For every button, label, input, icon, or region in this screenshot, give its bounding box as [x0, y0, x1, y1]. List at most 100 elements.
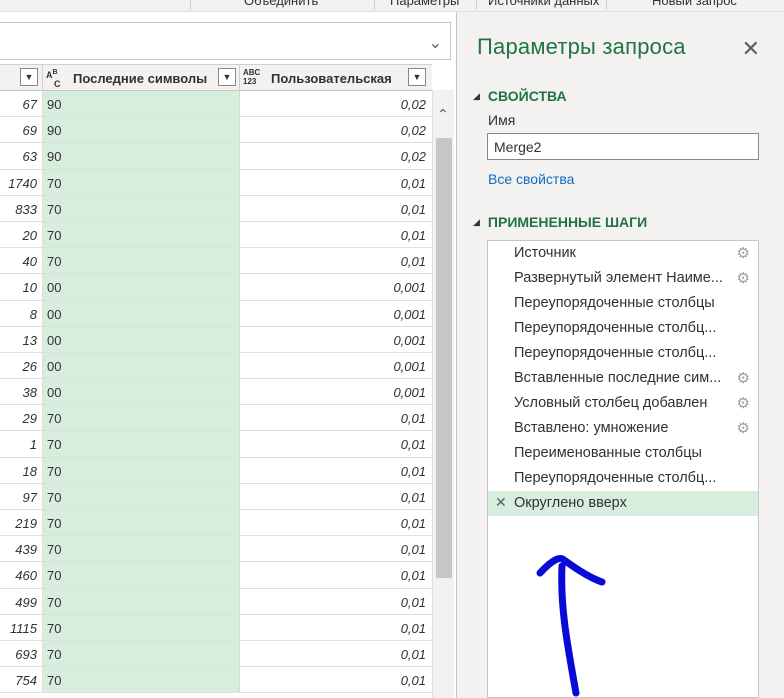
cell-index[interactable]: 754: [0, 667, 43, 693]
formula-bar[interactable]: ⌄: [0, 22, 451, 60]
cell-custom[interactable]: 0,01: [240, 589, 432, 614]
table-row[interactable]: 1 70 0,01: [0, 431, 432, 458]
cell-last-symbols[interactable]: 70: [43, 405, 240, 431]
cell-index[interactable]: 1115: [0, 614, 43, 640]
cell-custom[interactable]: 0,01: [240, 405, 432, 430]
cell-index[interactable]: 38: [0, 379, 43, 405]
table-row[interactable]: 499 70 0,01: [0, 588, 432, 615]
cell-last-symbols[interactable]: 00: [43, 274, 240, 300]
cell-index[interactable]: 20: [0, 221, 43, 248]
cell-custom[interactable]: 0,01: [240, 196, 432, 221]
cell-index[interactable]: 18: [0, 457, 43, 483]
gear-icon[interactable]: ⚙: [737, 244, 750, 262]
cell-index[interactable]: 693: [0, 640, 43, 667]
applied-step[interactable]: Развернутый элемент Наиме... ⚙: [488, 266, 758, 291]
gear-icon[interactable]: ⚙: [737, 419, 750, 437]
delete-step-icon[interactable]: ✕: [495, 494, 507, 511]
applied-step[interactable]: ✕ Округлено вверх: [488, 491, 758, 516]
cell-custom[interactable]: 0,01: [240, 484, 432, 509]
applied-step[interactable]: Условный столбец добавлен ⚙: [488, 391, 758, 416]
column-filter-dropdown[interactable]: ▼: [20, 68, 38, 86]
cell-last-symbols[interactable]: 90: [43, 117, 240, 143]
table-row[interactable]: 833 70 0,01: [0, 195, 432, 222]
cell-last-symbols[interactable]: 00: [43, 300, 240, 326]
cell-last-symbols[interactable]: 70: [43, 510, 240, 536]
properties-section-header[interactable]: ◢ СВОЙСТВА: [473, 88, 567, 104]
table-row[interactable]: 1740 70 0,01: [0, 169, 432, 196]
text-type-icon[interactable]: AB C: [46, 68, 61, 89]
cell-last-symbols[interactable]: 70: [43, 483, 240, 509]
applied-step[interactable]: Вставлено: умножение ⚙: [488, 416, 758, 441]
applied-step[interactable]: Переупорядоченные столбц...: [488, 341, 758, 366]
cell-custom[interactable]: 0,01: [240, 615, 432, 640]
cell-last-symbols[interactable]: 70: [43, 431, 240, 457]
table-row[interactable]: 20 70 0,01: [0, 221, 432, 249]
cell-index[interactable]: 460: [0, 562, 43, 588]
cell-last-symbols[interactable]: 00: [43, 326, 240, 352]
applied-step[interactable]: Переупорядоченные столбц...: [488, 316, 758, 341]
cell-index[interactable]: 499: [0, 588, 43, 614]
table-row[interactable]: 40 70 0,01: [0, 248, 432, 275]
cell-custom[interactable]: 0,02: [240, 143, 432, 168]
cell-last-symbols[interactable]: 70: [43, 536, 240, 562]
cell-custom[interactable]: 0,01: [240, 510, 432, 535]
cell-index[interactable]: 97: [0, 483, 43, 509]
cell-index[interactable]: 26: [0, 352, 43, 379]
gear-icon[interactable]: ⚙: [737, 269, 750, 287]
cell-last-symbols[interactable]: 00: [43, 379, 240, 405]
vertical-scrollbar[interactable]: ⌃: [432, 90, 454, 698]
table-row[interactable]: 10 00 0,001: [0, 274, 432, 301]
cell-index[interactable]: 219: [0, 510, 43, 536]
cell-custom[interactable]: 0,001: [240, 327, 432, 352]
cell-index[interactable]: 13: [0, 326, 43, 352]
cell-last-symbols[interactable]: 70: [43, 667, 240, 693]
cell-last-symbols[interactable]: 70: [43, 640, 240, 667]
ribbon-parameters-button[interactable]: Параметры: [390, 0, 459, 8]
gear-icon[interactable]: ⚙: [737, 394, 750, 412]
cell-index[interactable]: 8: [0, 300, 43, 326]
ribbon-data-sources-button[interactable]: Источники данных: [488, 0, 599, 8]
table-row[interactable]: 8 00 0,001: [0, 300, 432, 327]
table-row[interactable]: 18 70 0,01: [0, 457, 432, 484]
table-row[interactable]: 69 90 0,02: [0, 117, 432, 144]
cell-last-symbols[interactable]: 70: [43, 195, 240, 221]
applied-step[interactable]: Переупорядоченные столбцы: [488, 291, 758, 316]
applied-step[interactable]: Переименованные столбцы: [488, 441, 758, 466]
cell-last-symbols[interactable]: 90: [43, 91, 240, 117]
cell-custom[interactable]: 0,02: [240, 117, 432, 142]
cell-last-symbols[interactable]: 70: [43, 588, 240, 614]
scroll-up-icon[interactable]: ⌃: [437, 106, 449, 123]
cell-custom[interactable]: 0,001: [240, 353, 432, 378]
cell-custom[interactable]: 0,001: [240, 301, 432, 326]
ribbon-merge-button[interactable]: Объединить: [244, 0, 318, 8]
chevron-down-icon[interactable]: ⌄: [429, 33, 442, 53]
cell-last-symbols[interactable]: 00: [43, 352, 240, 379]
table-row[interactable]: 460 70 0,01: [0, 562, 432, 589]
cell-last-symbols[interactable]: 70: [43, 221, 240, 248]
cell-custom[interactable]: 0,001: [240, 274, 432, 299]
cell-index[interactable]: 439: [0, 536, 43, 562]
cell-custom[interactable]: 0,01: [240, 641, 432, 666]
cell-index[interactable]: 1740: [0, 169, 43, 195]
cell-index[interactable]: 63: [0, 143, 43, 169]
table-row[interactable]: 38 00 0,001: [0, 379, 432, 406]
cell-last-symbols[interactable]: 70: [43, 169, 240, 195]
column-filter-dropdown[interactable]: ▼: [408, 68, 426, 86]
all-properties-link[interactable]: Все свойства: [488, 171, 574, 187]
cell-custom[interactable]: 0,01: [240, 222, 432, 247]
table-row[interactable]: 13 00 0,001: [0, 326, 432, 353]
gear-icon[interactable]: ⚙: [737, 369, 750, 387]
ribbon-new-query-button[interactable]: Новый запрос: [652, 0, 737, 8]
table-row[interactable]: 439 70 0,01: [0, 536, 432, 563]
cell-custom[interactable]: 0,01: [240, 170, 432, 195]
cell-index[interactable]: 1: [0, 431, 43, 457]
cell-custom[interactable]: 0,01: [240, 536, 432, 561]
column-header-last-symbols[interactable]: AB C Последние символы ▼: [43, 65, 240, 91]
table-row[interactable]: 67 90 0,02: [0, 91, 432, 118]
cell-index[interactable]: 29: [0, 405, 43, 431]
column-filter-dropdown[interactable]: ▼: [218, 68, 236, 86]
cell-index[interactable]: 833: [0, 195, 43, 221]
cell-last-symbols[interactable]: 70: [43, 562, 240, 588]
table-row[interactable]: 219 70 0,01: [0, 510, 432, 537]
column-header-1[interactable]: ▼: [0, 65, 43, 91]
